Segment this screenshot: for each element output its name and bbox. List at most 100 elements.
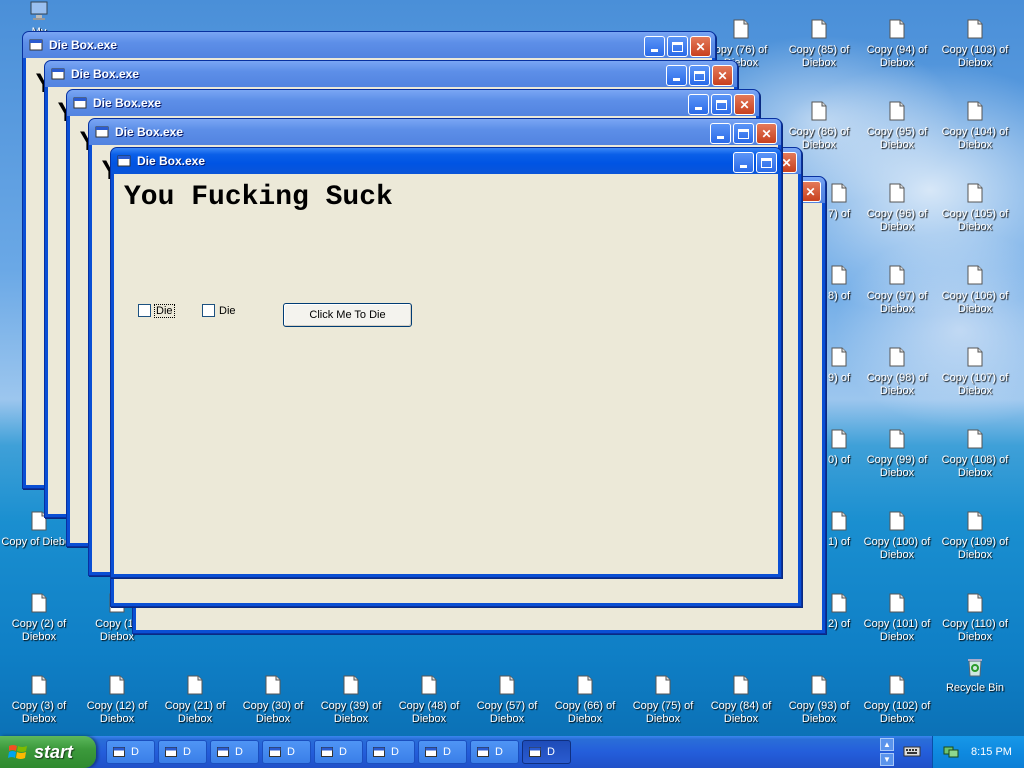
minimize-button[interactable] bbox=[644, 36, 665, 57]
maximize-button[interactable] bbox=[733, 123, 754, 144]
die-checkbox-2[interactable]: Die bbox=[202, 304, 236, 317]
desktop-icon-label: 7) of bbox=[827, 208, 850, 220]
minimize-button[interactable] bbox=[666, 65, 687, 86]
desktop-icon[interactable]: Copy (110) of Diebox bbox=[936, 592, 1014, 644]
task-buttons: DDDDDDDDD bbox=[106, 740, 571, 764]
taskbar-window-button[interactable]: D bbox=[470, 740, 519, 764]
desktop-icon[interactable]: Copy (96) of Diebox bbox=[858, 182, 936, 234]
desktop-icon[interactable]: Copy (101) of Diebox bbox=[858, 592, 936, 644]
desktop-icon[interactable]: Copy (21) of Diebox bbox=[156, 674, 234, 726]
taskbar-window-button[interactable]: D bbox=[314, 740, 363, 764]
desktop-icon[interactable]: Copy (103) of Diebox bbox=[936, 18, 1014, 70]
maximize-button[interactable] bbox=[667, 36, 688, 57]
desktop-icon[interactable]: Copy (104) of Diebox bbox=[936, 100, 1014, 152]
file-icon bbox=[966, 100, 984, 122]
desktop-icon[interactable]: Copy (84) of Diebox bbox=[702, 674, 780, 726]
minimize-button[interactable] bbox=[733, 152, 754, 173]
desktop-icon[interactable]: Copy (109) of Diebox bbox=[936, 510, 1014, 562]
click-me-to-die-button[interactable]: Click Me To Die bbox=[283, 303, 412, 327]
taskbar-window-button[interactable]: D bbox=[522, 740, 571, 764]
taskbar-window-button[interactable]: D bbox=[418, 740, 467, 764]
die-checkbox-1[interactable]: Die bbox=[138, 303, 175, 318]
file-icon bbox=[342, 674, 360, 696]
app-icon bbox=[321, 747, 333, 757]
window-titlebar[interactable]: Die Box.exe ✕ bbox=[89, 119, 781, 145]
taskbar-window-label: D bbox=[131, 746, 139, 758]
desktop-icon-label: Copy (98) of Diebox bbox=[866, 372, 928, 397]
desktop-icon[interactable]: Copy (30) of Diebox bbox=[234, 674, 312, 726]
desktop-icon[interactable]: Copy (107) of Diebox bbox=[936, 346, 1014, 398]
desktop-icon-label: Copy (3) of Diebox bbox=[11, 700, 67, 725]
window-titlebar[interactable]: Die Box.exe bbox=[111, 148, 781, 174]
die-box-window-active[interactable]: Die Box.exe You Fucking Suck Die Die Cli… bbox=[110, 147, 782, 578]
desktop-icon[interactable]: Copy (99) of Diebox bbox=[858, 428, 936, 480]
taskbar-window-button[interactable]: D bbox=[262, 740, 311, 764]
close-button[interactable]: ✕ bbox=[690, 36, 711, 57]
desktop-icon[interactable]: Copy (75) of Diebox bbox=[624, 674, 702, 726]
file-icon bbox=[830, 264, 848, 286]
clock[interactable]: 8:15 PM bbox=[971, 746, 1012, 758]
close-button[interactable]: ✕ bbox=[800, 181, 821, 202]
heading-text: You Fucking Suck bbox=[124, 182, 393, 213]
taskbar-window-label: D bbox=[443, 746, 451, 758]
start-label: start bbox=[34, 741, 74, 762]
minimize-button[interactable] bbox=[710, 123, 731, 144]
taskbar-scroll[interactable]: ▲ ▼ bbox=[880, 738, 894, 766]
desktop-icon[interactable]: Copy (2) of Diebox bbox=[0, 592, 78, 644]
close-button[interactable]: ✕ bbox=[756, 123, 777, 144]
close-button[interactable]: ✕ bbox=[712, 65, 733, 86]
taskbar-window-button[interactable]: D bbox=[158, 740, 207, 764]
desktop-icon[interactable]: Copy (39) of Diebox bbox=[312, 674, 390, 726]
desktop-icon-label: Copy (110) of Diebox bbox=[942, 618, 1008, 643]
window-titlebar[interactable]: Die Box.exe ✕ bbox=[23, 32, 715, 58]
desktop-icon[interactable]: Copy (108) of Diebox bbox=[936, 428, 1014, 480]
desktop-icon[interactable]: Copy (94) of Diebox bbox=[858, 18, 936, 70]
desktop-icon-label: Copy (107) of Diebox bbox=[941, 372, 1009, 397]
start-button[interactable]: start bbox=[0, 736, 96, 768]
desktop-icon[interactable]: Copy (102) of Diebox bbox=[858, 674, 936, 726]
desktop-icon[interactable]: Copy (106) of Diebox bbox=[936, 264, 1014, 316]
file-icon bbox=[888, 18, 906, 40]
checkbox-label: Die bbox=[219, 304, 236, 317]
taskbar-window-button[interactable]: D bbox=[366, 740, 415, 764]
window-title: Die Box.exe bbox=[49, 38, 118, 52]
checkbox-box[interactable] bbox=[202, 304, 215, 317]
desktop-icon[interactable]: Copy (93) of Diebox bbox=[780, 674, 858, 726]
app-icon bbox=[29, 39, 43, 51]
file-icon bbox=[888, 182, 906, 204]
desktop-icon-label: Copy (102) of Diebox bbox=[863, 700, 931, 725]
maximize-button[interactable] bbox=[711, 94, 732, 115]
desktop-icon[interactable]: Copy (48) of Diebox bbox=[390, 674, 468, 726]
file-icon bbox=[830, 510, 848, 532]
window-titlebar[interactable]: Die Box.exe ✕ bbox=[45, 61, 737, 87]
desktop-icon[interactable]: Copy (86) of Diebox bbox=[780, 100, 858, 152]
window-titlebar[interactable]: Die Box.exe ✕ bbox=[67, 90, 759, 116]
taskbar-window-button[interactable]: D bbox=[210, 740, 259, 764]
desktop-icon[interactable]: Copy (12) of Diebox bbox=[78, 674, 156, 726]
desktop-icon[interactable]: Copy (97) of Diebox bbox=[858, 264, 936, 316]
desktop-icon[interactable]: Copy (100) of Diebox bbox=[858, 510, 936, 562]
file-icon bbox=[966, 510, 984, 532]
desktop-icon[interactable]: Copy (3) of Diebox bbox=[0, 674, 78, 726]
taskbar-window-label: D bbox=[547, 746, 555, 758]
minimize-button[interactable] bbox=[688, 94, 709, 115]
desktop-icon[interactable]: Copy (57) of Diebox bbox=[468, 674, 546, 726]
scroll-down-button[interactable]: ▼ bbox=[880, 753, 894, 766]
desktop-icon[interactable]: Copy (85) of Diebox bbox=[780, 18, 858, 70]
taskbar-window-button[interactable]: D bbox=[106, 740, 155, 764]
maximize-button[interactable] bbox=[756, 152, 777, 173]
scroll-up-button[interactable]: ▲ bbox=[880, 738, 894, 751]
maximize-button[interactable] bbox=[689, 65, 710, 86]
desktop-icon-label: 1) of bbox=[827, 536, 850, 548]
desktop-icon[interactable]: Copy (95) of Diebox bbox=[858, 100, 936, 152]
close-button[interactable]: ✕ bbox=[734, 94, 755, 115]
taskbar: start D D D D D D D D D bbox=[0, 736, 1024, 768]
desktop-icon[interactable]: Copy (66) of Diebox bbox=[546, 674, 624, 726]
checkbox-box[interactable] bbox=[138, 304, 151, 317]
recycle-bin-icon-item[interactable]: Recycle Bin bbox=[936, 656, 1014, 695]
desktop-icon[interactable]: Copy (105) of Diebox bbox=[936, 182, 1014, 234]
desktop-icon[interactable]: Copy (98) of Diebox bbox=[858, 346, 936, 398]
desktop-icon-label: Copy (85) of Diebox bbox=[788, 44, 850, 69]
network-icon[interactable] bbox=[943, 745, 959, 759]
keyboard-icon[interactable] bbox=[903, 744, 921, 758]
